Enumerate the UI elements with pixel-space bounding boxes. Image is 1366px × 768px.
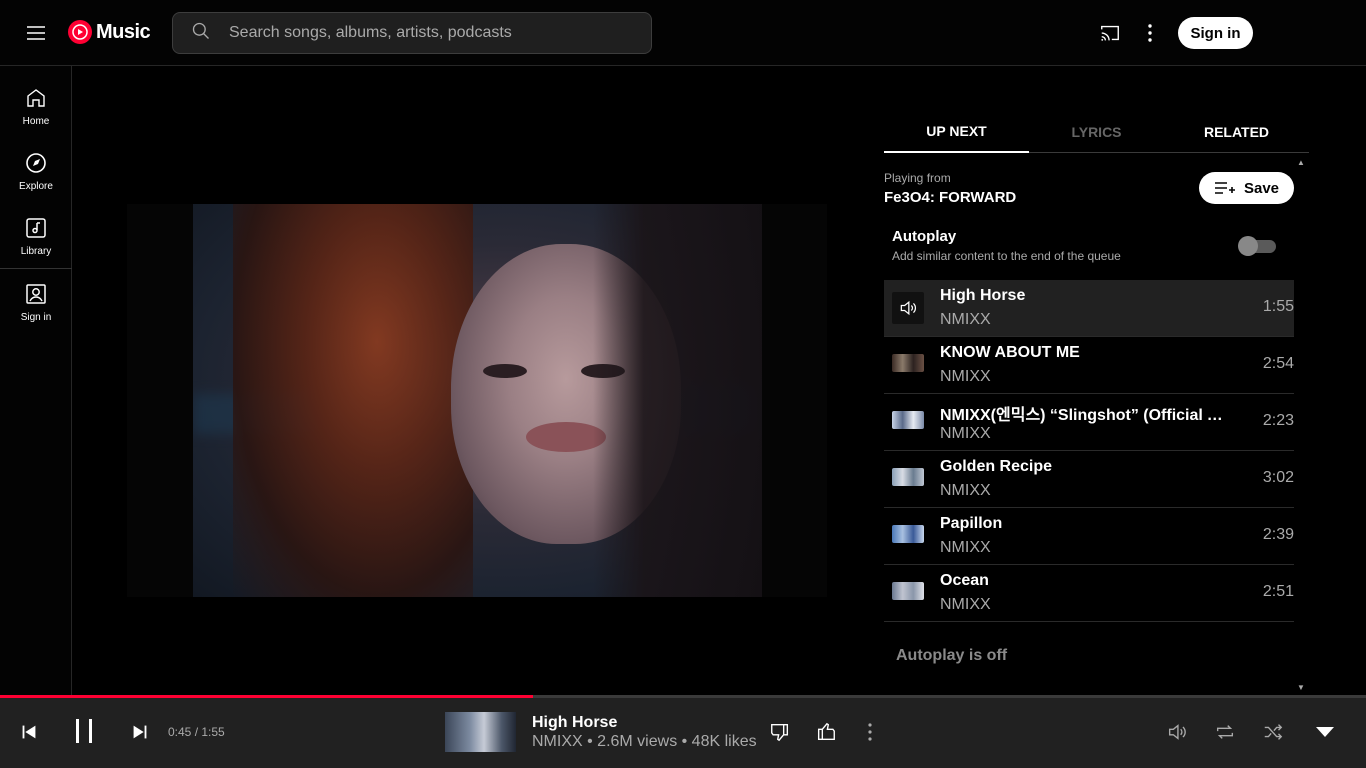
queue-item-thumbnail bbox=[892, 468, 924, 486]
more-options-icon[interactable] bbox=[1140, 22, 1160, 44]
queue-item[interactable]: High Horse NMIXX 1:55 bbox=[884, 280, 1294, 337]
autoplay-section: Autoplay Add similar content to the end … bbox=[892, 228, 1294, 263]
tab-up-next[interactable]: UP NEXT bbox=[884, 110, 1029, 153]
now-playing-subtitle: NMIXX • 2.6M views • 48K likes bbox=[532, 733, 757, 750]
playing-from-label: Playing from bbox=[884, 171, 951, 185]
sidebar-item-label: Library bbox=[20, 246, 52, 257]
tab-lyrics[interactable]: LYRICS bbox=[1024, 110, 1169, 153]
side-panel-tabs: UP NEXT LYRICS RELATED bbox=[884, 110, 1309, 153]
volume-icon[interactable] bbox=[1166, 721, 1188, 748]
queue-item-title: Papillon bbox=[940, 515, 1003, 532]
sign-in-button[interactable]: Sign in bbox=[1178, 17, 1253, 49]
sidebar-divider bbox=[0, 268, 72, 269]
queue-list: High Horse NMIXX 1:55 KNOW ABOUT ME NMIX… bbox=[884, 280, 1294, 622]
playing-from: Playing from Fe3O4: FORWARD bbox=[884, 171, 1016, 206]
search-bar[interactable] bbox=[172, 12, 652, 54]
queue-item[interactable]: KNOW ABOUT ME NMIXX 2:54 bbox=[884, 337, 1294, 394]
repeat-icon[interactable] bbox=[1213, 721, 1237, 748]
dislike-icon[interactable] bbox=[769, 721, 791, 748]
logo-text: Music bbox=[96, 20, 151, 43]
sidebar-item-home[interactable]: Home bbox=[0, 86, 72, 144]
queue-item-thumbnail bbox=[892, 582, 924, 600]
add-to-playlist-icon bbox=[1214, 182, 1235, 194]
pause-icon[interactable] bbox=[70, 715, 98, 752]
tab-related[interactable]: RELATED bbox=[1164, 110, 1309, 153]
autoplay-subtitle: Add similar content to the end of the qu… bbox=[892, 249, 1121, 263]
autoplay-toggle[interactable] bbox=[1238, 236, 1276, 256]
queue-item-artist: NMIXX bbox=[940, 425, 991, 442]
queue-item[interactable]: Ocean NMIXX 2:51 bbox=[884, 565, 1294, 622]
queue-item-duration: 2:23 bbox=[1262, 412, 1294, 429]
now-playing-thumbnail[interactable] bbox=[445, 712, 516, 752]
sidebar-item-sign-in[interactable]: Sign in bbox=[0, 282, 72, 340]
queue-item-title: NMIXX(엔믹스) “Slingshot” (Official Au… bbox=[940, 407, 1230, 424]
expand-player-icon[interactable] bbox=[1314, 724, 1336, 745]
queue-item-thumbnail bbox=[892, 525, 924, 543]
queue-item-thumbnail bbox=[892, 354, 924, 372]
video-subject-hair bbox=[233, 204, 473, 597]
queue-item-title: Golden Recipe bbox=[940, 458, 1053, 475]
sidebar-item-label: Sign in bbox=[20, 312, 52, 323]
queue-item-artist: NMIXX bbox=[940, 539, 991, 556]
scroll-up-arrow-icon[interactable]: ▲ bbox=[1297, 158, 1305, 167]
cast-icon[interactable] bbox=[1099, 22, 1121, 44]
queue-item-artist: NMIXX bbox=[940, 482, 991, 499]
video-subject-eye bbox=[483, 364, 527, 378]
queue-item-title: Ocean bbox=[940, 572, 989, 589]
sidebar-item-label: Home bbox=[22, 116, 50, 127]
library-icon bbox=[26, 218, 46, 238]
queue-item-duration: 2:54 bbox=[1262, 355, 1294, 372]
queue-item[interactable]: NMIXX(엔믹스) “Slingshot” (Official Au… NMI… bbox=[884, 394, 1294, 451]
sidebar-item-explore[interactable]: Explore bbox=[0, 151, 72, 209]
more-actions-icon[interactable] bbox=[860, 721, 880, 748]
queue-item-thumbnail bbox=[892, 411, 924, 429]
scroll-down-arrow-icon[interactable]: ▼ bbox=[1297, 683, 1305, 692]
queue-item-duration: 3:02 bbox=[1262, 469, 1294, 486]
queue-item-duration: 2:39 bbox=[1262, 526, 1294, 543]
account-icon bbox=[26, 284, 46, 304]
player-bar: 0:45 / 1:55 High Horse NMIXX • 2.6M view… bbox=[0, 698, 1366, 768]
toggle-knob bbox=[1238, 236, 1258, 256]
queue-item[interactable]: Golden Recipe NMIXX 3:02 bbox=[884, 451, 1294, 508]
now-playing-title[interactable]: High Horse bbox=[532, 714, 617, 732]
side-navigation: Home Explore Library Sign in bbox=[0, 66, 72, 696]
autoplay-off-notice: Autoplay is off bbox=[896, 647, 1008, 664]
video-player[interactable] bbox=[127, 204, 827, 597]
save-button-label: Save bbox=[1243, 179, 1280, 197]
search-input[interactable] bbox=[229, 24, 629, 42]
playlist-title[interactable]: Fe3O4: FORWARD bbox=[884, 189, 1016, 206]
video-frame[interactable] bbox=[193, 204, 762, 597]
top-bar: Music Sign in bbox=[0, 0, 1366, 66]
now-playing-speaker-icon bbox=[892, 292, 924, 324]
queue-item[interactable]: Papillon NMIXX 2:39 bbox=[884, 508, 1294, 565]
autoplay-title: Autoplay bbox=[892, 228, 957, 245]
save-button[interactable]: Save bbox=[1199, 172, 1294, 204]
like-icon[interactable] bbox=[815, 721, 837, 748]
queue-item-artist: NMIXX bbox=[940, 311, 991, 328]
time-info: 0:45 / 1:55 bbox=[168, 725, 225, 739]
next-track-icon[interactable] bbox=[129, 721, 151, 748]
home-icon bbox=[27, 89, 45, 107]
queue-item-title: KNOW ABOUT ME bbox=[940, 344, 1080, 361]
sidebar-item-label: Explore bbox=[19, 181, 53, 192]
video-subject-hair bbox=[593, 204, 762, 597]
youtube-music-logo[interactable]: Music bbox=[68, 20, 151, 44]
queue-item-duration: 2:51 bbox=[1262, 583, 1294, 600]
shuffle-icon[interactable] bbox=[1261, 721, 1285, 748]
queue-item-duration: 1:55 bbox=[1262, 298, 1294, 315]
menu-icon[interactable] bbox=[24, 21, 48, 45]
logo-play-icon bbox=[68, 20, 92, 44]
search-icon bbox=[191, 21, 211, 46]
queue-item-title: High Horse bbox=[940, 287, 1026, 304]
queue-item-artist: NMIXX bbox=[940, 596, 991, 613]
sidebar-item-library[interactable]: Library bbox=[0, 216, 72, 274]
previous-track-icon[interactable] bbox=[18, 721, 40, 748]
queue-item-artist: NMIXX bbox=[940, 368, 991, 385]
compass-icon bbox=[26, 153, 46, 173]
